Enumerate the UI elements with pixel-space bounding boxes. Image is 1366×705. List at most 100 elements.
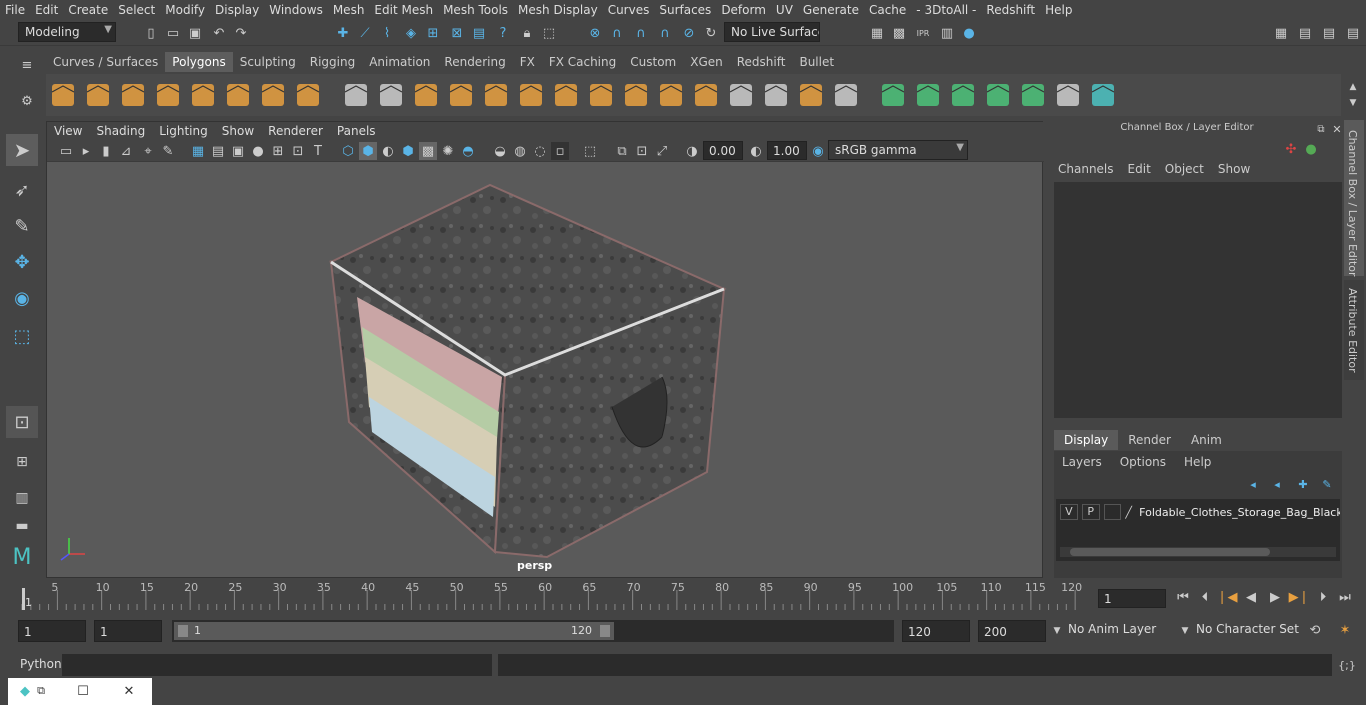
tab-rendering[interactable]: Rendering bbox=[437, 52, 512, 72]
step-forward-key-icon[interactable]: ▶❘ bbox=[1289, 588, 1310, 606]
snap-curve-icon[interactable]: ⊞ bbox=[424, 24, 442, 42]
render-settings-icon[interactable]: ▥ bbox=[938, 24, 956, 42]
layout-two-icon[interactable]: ▥ bbox=[6, 482, 38, 514]
attribute-toggle-icon[interactable]: ▤ bbox=[1320, 24, 1338, 42]
sphere-icon[interactable] bbox=[48, 80, 78, 110]
rotate-tool-icon[interactable]: ◉ bbox=[6, 282, 38, 314]
channel-toggle-icon[interactable]: ▤ bbox=[1344, 24, 1362, 42]
menu-mesh-display[interactable]: Mesh Display bbox=[513, 3, 603, 17]
smooth-shade-icon[interactable]: ⬢ bbox=[359, 142, 377, 160]
command-language-label[interactable]: Python bbox=[20, 657, 62, 671]
move-layer-down-icon[interactable]: ◂ bbox=[1268, 475, 1286, 493]
render-sequence-icon[interactable]: ▩ bbox=[890, 24, 908, 42]
target-weld-icon[interactable] bbox=[621, 80, 651, 110]
display-type-toggle[interactable] bbox=[1103, 504, 1122, 520]
viewport-menu-shading[interactable]: Shading bbox=[89, 124, 152, 138]
tab-custom[interactable]: Custom bbox=[623, 52, 683, 72]
xray-joints-icon[interactable]: ◌ bbox=[531, 142, 549, 160]
go-to-start-icon[interactable]: ⏮ bbox=[1174, 588, 1192, 606]
camera-select-icon[interactable]: ▭ bbox=[57, 142, 75, 160]
bridge-icon[interactable] bbox=[551, 80, 581, 110]
bookmark-icon[interactable]: ▮ bbox=[97, 142, 115, 160]
lock-icon[interactable]: 🔒︎ bbox=[518, 24, 536, 42]
range-grip-left[interactable] bbox=[178, 625, 188, 637]
lasso-tool-icon[interactable]: ➶ bbox=[6, 174, 38, 206]
tab-rigging[interactable]: Rigging bbox=[303, 52, 362, 72]
menu-curves[interactable]: Curves bbox=[603, 3, 655, 17]
layer-row[interactable]: V P ╱ Foldable_Clothes_Storage_Bag_Black bbox=[1060, 503, 1340, 521]
time-slider[interactable]: 1 5 10 15 20 25 30 35 40 45 50 55 60 65 70 75 80 85 90 95 10… bbox=[18, 580, 1090, 612]
menu-help[interactable]: Help bbox=[1040, 3, 1077, 17]
play-forward-icon[interactable]: ▶ bbox=[1266, 588, 1284, 606]
new-layer-selected-icon[interactable]: ✎ bbox=[1318, 475, 1336, 493]
plane-icon[interactable] bbox=[188, 80, 218, 110]
menu-redshift[interactable]: Redshift bbox=[981, 3, 1040, 17]
select-by-object-icon[interactable]: ⟋ bbox=[356, 24, 374, 42]
tab-animation[interactable]: Animation bbox=[362, 52, 437, 72]
timeline-ticks[interactable]: 15 10 15 20 25 30 35 40 45 50 55 60 65 70 75 80 85 90 95 10… bbox=[18, 580, 1090, 612]
uv-cylindrical-icon[interactable] bbox=[913, 80, 943, 110]
menu-deform[interactable]: Deform bbox=[716, 3, 771, 17]
isolate-select-icon[interactable]: ⬚ bbox=[581, 142, 599, 160]
layer-menu-layers[interactable]: Layers bbox=[1060, 455, 1118, 469]
render-icon[interactable]: ▦ bbox=[868, 24, 886, 42]
tab-channel-box[interactable]: Channel Box / Layer Editor bbox=[1344, 120, 1364, 277]
layer-menu-help[interactable]: Help bbox=[1182, 455, 1227, 469]
gate-mask-icon[interactable]: ● bbox=[249, 142, 267, 160]
command-input[interactable] bbox=[62, 654, 492, 676]
auto-key-icon[interactable]: ⟲ bbox=[1306, 621, 1324, 639]
ipr-render-icon[interactable]: IPR bbox=[914, 24, 932, 42]
layout-four-icon[interactable]: ⊞ bbox=[6, 446, 38, 478]
checker-icon[interactable] bbox=[1053, 80, 1083, 110]
anim-layer-label[interactable]: No Anim Layer bbox=[1068, 622, 1156, 636]
move-layer-up-icon[interactable]: ◂ bbox=[1244, 475, 1262, 493]
layer-scrollbar[interactable] bbox=[1060, 547, 1336, 557]
tab-display[interactable]: Display bbox=[1054, 430, 1119, 450]
storage-bag-model[interactable] bbox=[328, 183, 727, 559]
bevel-icon[interactable] bbox=[516, 80, 546, 110]
safe-title-icon[interactable]: T bbox=[309, 142, 327, 160]
snap-live-icon[interactable]: ∩ bbox=[632, 24, 650, 42]
channel-menu-show[interactable]: Show bbox=[1216, 162, 1262, 176]
fill-hole-icon[interactable] bbox=[691, 80, 721, 110]
insert-edge-loop-icon[interactable] bbox=[726, 80, 756, 110]
hypershade-icon[interactable]: ● bbox=[960, 24, 978, 42]
scale-tool-icon[interactable]: ⬚ bbox=[6, 320, 38, 352]
redo-icon[interactable]: ↷ bbox=[232, 24, 250, 42]
tab-anim[interactable]: Anim bbox=[1181, 430, 1232, 450]
live-surface-field[interactable]: No Live Surface bbox=[724, 22, 820, 42]
grease-pencil-icon[interactable]: ✎ bbox=[159, 142, 177, 160]
multi-cut-icon[interactable] bbox=[586, 80, 616, 110]
scrollbar-thumb[interactable] bbox=[1070, 548, 1270, 556]
layout-single-icon[interactable]: ⊡ bbox=[6, 406, 38, 438]
exposure-field[interactable]: 0.00 bbox=[703, 141, 743, 160]
menu-uv[interactable]: UV bbox=[771, 3, 798, 17]
axis-icon[interactable]: ✣ bbox=[1282, 140, 1300, 158]
isolate-icon[interactable]: ◒ bbox=[491, 142, 509, 160]
character-set-label[interactable]: No Character Set bbox=[1196, 622, 1299, 636]
smooth-icon[interactable] bbox=[446, 80, 476, 110]
select-by-component-icon[interactable]: ⌇ bbox=[378, 24, 396, 42]
image-plane-icon[interactable]: ⊿ bbox=[117, 142, 135, 160]
viewport-menu-lighting[interactable]: Lighting bbox=[152, 124, 215, 138]
channel-menu-edit[interactable]: Edit bbox=[1126, 162, 1163, 176]
restore-icon[interactable]: ⧉ bbox=[32, 682, 50, 700]
film-gate-icon[interactable]: ▤ bbox=[209, 142, 227, 160]
undo-icon[interactable]: ↶ bbox=[210, 24, 228, 42]
exposure-icon[interactable]: ◑ bbox=[683, 142, 701, 160]
step-forward-icon[interactable]: ⏵ bbox=[1314, 588, 1332, 606]
shadows-icon[interactable]: ✺ bbox=[439, 142, 457, 160]
snap-grid-icon[interactable]: ◈ bbox=[402, 24, 420, 42]
channel-menu-object[interactable]: Object bbox=[1163, 162, 1216, 176]
status-icon[interactable]: ● bbox=[1302, 140, 1320, 158]
anim-prefs-icon[interactable]: ✶ bbox=[1336, 621, 1354, 639]
gamma-icon[interactable]: ◐ bbox=[747, 142, 765, 160]
mode-dropdown[interactable]: Modeling ▼ bbox=[18, 22, 116, 42]
field-chart-icon[interactable]: ⊞ bbox=[269, 142, 287, 160]
append-icon[interactable] bbox=[831, 80, 861, 110]
go-to-end-icon[interactable]: ⏭ bbox=[1336, 588, 1354, 606]
ao-icon[interactable]: ◓ bbox=[459, 142, 477, 160]
pipe-icon[interactable] bbox=[293, 80, 323, 110]
cone-icon[interactable] bbox=[153, 80, 183, 110]
tab-sculpting[interactable]: Sculpting bbox=[233, 52, 303, 72]
